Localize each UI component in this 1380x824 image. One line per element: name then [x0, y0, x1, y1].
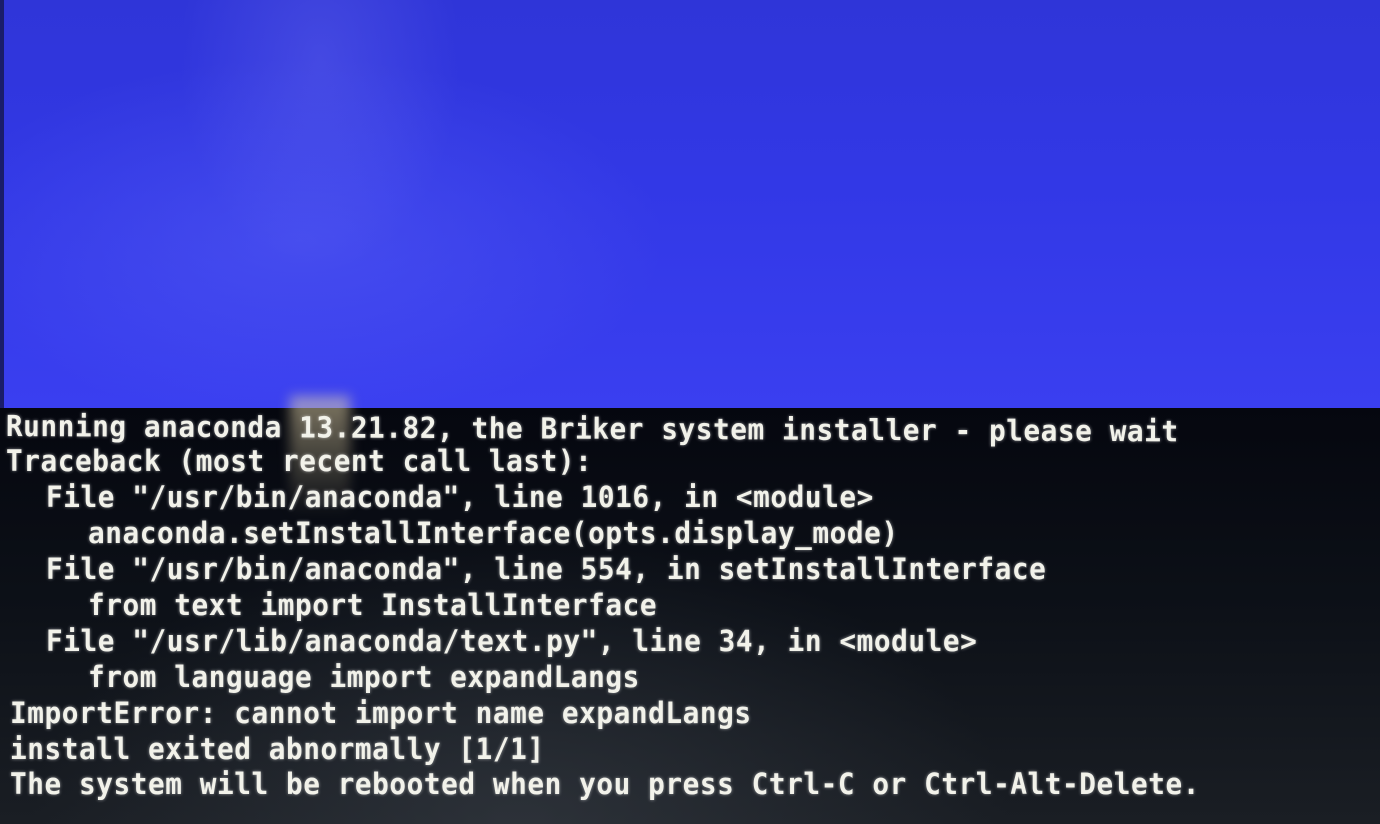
- installer-blue-background: [0, 0, 1380, 408]
- console-line-traceback-file: File "/usr/lib/anaconda/text.py", line 3…: [46, 624, 978, 658]
- monitor-screen: Running anaconda 13.21.82, the Briker sy…: [0, 0, 1380, 824]
- console-line-traceback-header: Traceback (most recent call last):: [6, 444, 593, 478]
- console-line-traceback-file: File "/usr/bin/anaconda", line 1016, in …: [46, 480, 874, 514]
- console-line-traceback-code: from text import InstallInterface: [88, 588, 658, 622]
- console-line-error-message: ImportError: cannot import name expandLa…: [10, 696, 752, 730]
- console-line-traceback-file: File "/usr/bin/anaconda", line 554, in s…: [46, 552, 1047, 586]
- console-line-reboot-prompt: The system will be rebooted when you pre…: [10, 767, 1201, 801]
- console-line-traceback-code: anaconda.setInstallInterface(opts.displa…: [88, 516, 899, 550]
- screen-bezel-edge: [0, 0, 4, 408]
- console-line-exit-status: install exited abnormally [1/1]: [10, 732, 545, 766]
- console-line-traceback-code: from language import expandLangs: [88, 660, 640, 694]
